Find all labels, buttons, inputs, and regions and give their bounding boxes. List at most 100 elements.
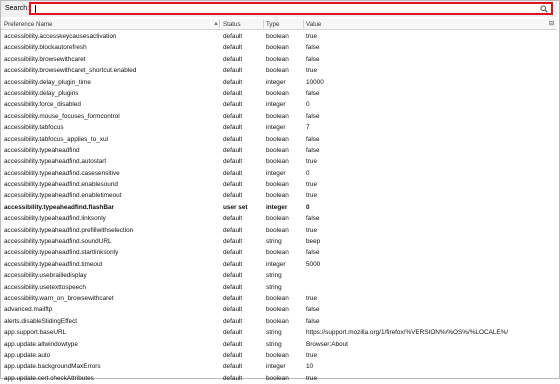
- pref-value: https://support.mozilla.org/1/firefox/%V…: [306, 329, 509, 337]
- pref-type: string: [266, 272, 282, 280]
- pref-name: app.update.backgroundMaxErrors: [4, 363, 101, 371]
- table-row[interactable]: app.update.cert.checkAttributes default bo…: [1, 373, 557, 384]
- column-picker-icon[interactable]: ⊟: [549, 20, 554, 27]
- pref-name: accessibility.delay_plugin_time: [4, 78, 91, 86]
- table-row[interactable]: alerts.disableSlidingEffect default boolea…: [1, 316, 557, 327]
- pref-type: boolean: [266, 67, 289, 75]
- pref-type: string: [266, 283, 282, 291]
- pref-status: default: [223, 306, 243, 314]
- pref-name: accessibility.typeaheadfind.enabletimeou…: [4, 192, 122, 200]
- pref-status: default: [223, 78, 243, 86]
- preferences-table: accessibility.accesskeycausesactivation d…: [1, 31, 557, 384]
- pref-value: true: [306, 158, 318, 166]
- pref-type: integer: [266, 203, 288, 211]
- pref-type: boolean: [266, 55, 289, 63]
- pref-type: integer: [266, 363, 286, 371]
- pref-type: integer: [266, 124, 286, 132]
- search-input[interactable]: [29, 2, 553, 15]
- table-row[interactable]: app.update.auto default boolean true: [1, 350, 557, 361]
- table-row[interactable]: accessibility.typeaheadfind.enablesound d…: [1, 179, 557, 190]
- pref-name: advanced.mailftp: [4, 306, 53, 314]
- pref-name: accessibility.accesskeycausesactivation: [4, 33, 117, 40]
- pref-status: default: [223, 294, 243, 302]
- pref-value: 5000: [306, 260, 321, 268]
- column-header: Preference Name ▲ Status Type Value ⊟: [1, 19, 557, 30]
- pref-name: alerts.disableSlidingEffect: [4, 317, 78, 325]
- pref-value: 0: [306, 203, 310, 211]
- pref-status: default: [223, 158, 243, 166]
- table-row[interactable]: app.support.baseURL default string https://…: [1, 327, 557, 338]
- pref-type: boolean: [266, 294, 289, 302]
- pref-type: string: [266, 238, 282, 246]
- pref-value: false: [306, 112, 320, 120]
- table-row[interactable]: accessibility.delay_plugins default boolea…: [1, 88, 557, 99]
- pref-status: default: [223, 169, 243, 177]
- table-row[interactable]: accessibility.typeaheadfind default boolea…: [1, 145, 557, 156]
- pref-name: app.update.cert.checkAttributes: [4, 374, 94, 382]
- pref-type: boolean: [266, 374, 289, 382]
- pref-type: integer: [266, 101, 286, 109]
- table-row[interactable]: app.update.altwindowtype default string Bro…: [1, 339, 557, 350]
- table-row[interactable]: accessibility.accesskeycausesactivation d…: [1, 31, 557, 42]
- pref-value: true: [306, 67, 318, 75]
- table-row[interactable]: accessibility.delay_plugin_time default in…: [1, 77, 557, 88]
- pref-name: accessibility.typeaheadfind.flashBar: [4, 203, 114, 211]
- pref-type: boolean: [266, 112, 289, 120]
- table-row[interactable]: accessibility.typeaheadfind.prefillwiths…: [1, 225, 557, 236]
- pref-value: 0: [306, 169, 310, 177]
- table-row[interactable]: accessibility.typeaheadfind.startlinkson…: [1, 247, 557, 258]
- search-bar: Search:: [1, 1, 557, 17]
- pref-name: accessibility.usebrailledisplay: [4, 272, 87, 280]
- text-caret: [35, 5, 36, 13]
- pref-value: false: [306, 55, 320, 63]
- table-row[interactable]: accessibility.warn_on_browsewithcaret def…: [1, 293, 557, 304]
- table-row[interactable]: app.update.backgroundMaxErrors default int…: [1, 361, 557, 372]
- table-row[interactable]: accessibility.typeaheadfind.soundURL defa…: [1, 236, 557, 247]
- pref-name: app.update.auto: [4, 351, 51, 359]
- pref-type: boolean: [266, 146, 289, 154]
- column-header-name[interactable]: Preference Name: [4, 21, 53, 28]
- table-row[interactable]: accessibility.typeaheadfind.enabletimeou…: [1, 190, 557, 201]
- column-header-status[interactable]: Status: [223, 21, 241, 28]
- pref-type: boolean: [266, 249, 289, 257]
- search-icon[interactable]: [540, 5, 548, 13]
- pref-value: true: [306, 33, 318, 40]
- pref-name: accessibility.typeaheadfind.enablesound: [4, 181, 118, 189]
- pref-status: default: [223, 329, 243, 337]
- pref-status: default: [223, 181, 243, 189]
- pref-type: boolean: [266, 158, 289, 166]
- table-row[interactable]: accessibility.browsewithcaret default bool…: [1, 54, 557, 65]
- column-header-type[interactable]: Type: [266, 21, 279, 28]
- table-row[interactable]: accessibility.typeaheadfind.autostart def…: [1, 156, 557, 167]
- table-row[interactable]: accessibility.usetexttospeech default stri…: [1, 282, 557, 293]
- table-row[interactable]: accessibility.browsewithcaret_shortcut.e…: [1, 65, 557, 76]
- table-row[interactable]: accessibility.blockautorefresh default boo…: [1, 42, 557, 53]
- table-row[interactable]: advanced.mailftp default boolean false: [1, 304, 557, 315]
- table-row[interactable]: accessibility.tabfocus_applies_to_xul def…: [1, 134, 557, 145]
- pref-name: accessibility.browsewithcaret_shortcut.e…: [4, 67, 137, 75]
- table-row[interactable]: accessibility.typeaheadfind.flashBar user…: [1, 202, 557, 213]
- pref-name: accessibility.typeaheadfind: [4, 146, 80, 154]
- pref-value: false: [306, 215, 320, 223]
- pref-type: boolean: [266, 44, 289, 52]
- pref-name: accessibility.typeaheadfind.casesensitiv…: [4, 169, 120, 177]
- pref-name: accessibility.typeaheadfind.startlinkson…: [4, 249, 119, 257]
- pref-name: accessibility.typeaheadfind.prefillwiths…: [4, 226, 134, 234]
- column-divider[interactable]: [303, 20, 304, 28]
- table-row[interactable]: accessibility.usebrailledisplay default st…: [1, 270, 557, 281]
- pref-status: default: [223, 260, 243, 268]
- table-row[interactable]: accessibility.force_disabled default integ…: [1, 99, 557, 110]
- table-row[interactable]: accessibility.typeaheadfind.casesensitiv…: [1, 168, 557, 179]
- table-row[interactable]: accessibility.typeaheadfind.timeout defau…: [1, 259, 557, 270]
- pref-status: default: [223, 283, 243, 291]
- column-header-value[interactable]: Value: [306, 21, 321, 28]
- table-row[interactable]: accessibility.mouse_focuses_formcontrol d…: [1, 111, 557, 122]
- pref-status: user set: [223, 203, 248, 211]
- column-divider[interactable]: [263, 20, 264, 28]
- pref-name: accessibility.warn_on_browsewithcaret: [4, 294, 114, 302]
- pref-value: false: [306, 306, 320, 314]
- column-divider[interactable]: [219, 20, 220, 28]
- table-row[interactable]: accessibility.tabfocus default integer 7: [1, 122, 557, 133]
- table-row[interactable]: accessibility.typeaheadfind.linksonly def…: [1, 213, 557, 224]
- pref-value: Browser:About: [306, 340, 348, 348]
